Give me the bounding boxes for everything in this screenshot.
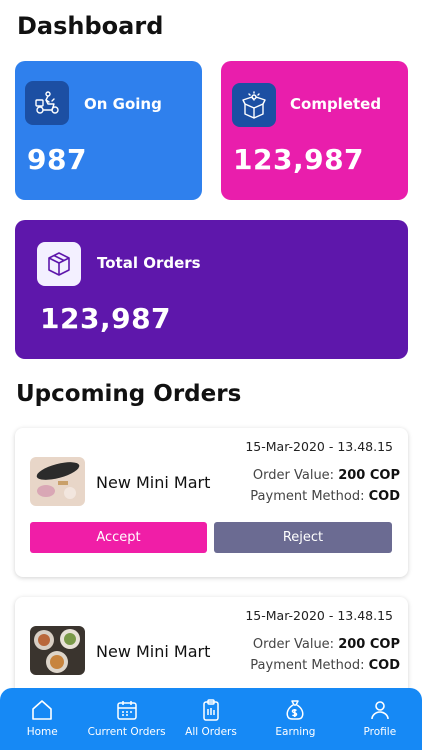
nav-home-label: Home <box>26 726 58 738</box>
open-box-icon <box>232 83 276 127</box>
payment-method: Payment Method: COD <box>250 489 400 504</box>
completed-card[interactable]: Completed 123,987 <box>221 61 408 200</box>
total-orders-card[interactable]: Total Orders 123,987 <box>15 220 408 359</box>
nav-home[interactable]: Home <box>0 688 84 750</box>
order-value: Order Value: 200 COP <box>252 637 400 652</box>
nav-profile[interactable]: Profile <box>338 688 422 750</box>
store-image <box>30 626 85 675</box>
box-icon <box>37 242 81 286</box>
ongoing-value: 987 <box>27 143 87 176</box>
nav-earning-label: Earning <box>275 726 316 738</box>
calendar-icon <box>116 701 137 720</box>
money-bag-icon <box>286 700 304 720</box>
accept-button[interactable]: Accept <box>30 522 207 553</box>
nav-profile-label: Profile <box>363 726 397 738</box>
nav-all-orders-label: All Orders <box>185 726 237 738</box>
home-icon <box>32 700 53 720</box>
bottom-nav: Home Current Orders All Orders Earning P… <box>0 688 422 750</box>
order-value: Order Value: 200 COP <box>252 468 400 483</box>
reject-button[interactable]: Reject <box>214 522 392 553</box>
total-orders-value: 123,987 <box>40 302 172 335</box>
completed-value: 123,987 <box>233 143 365 176</box>
upcoming-orders-title: Upcoming Orders <box>16 381 242 407</box>
nav-all-orders[interactable]: All Orders <box>169 688 253 750</box>
page-title: Dashboard <box>17 12 164 40</box>
clipboard-icon <box>203 699 219 721</box>
store-name: New Mini Mart <box>96 473 211 492</box>
total-orders-label: Total Orders <box>97 254 201 272</box>
nav-current-orders-label: Current Orders <box>87 726 166 738</box>
ongoing-card[interactable]: On Going 987 <box>15 61 202 200</box>
payment-method: Payment Method: COD <box>250 658 400 673</box>
completed-label: Completed <box>290 95 382 113</box>
ongoing-label: On Going <box>84 95 162 113</box>
nav-earning[interactable]: Earning <box>253 688 337 750</box>
order-date: 15-Mar-2020 - 13.48.15 <box>245 608 393 623</box>
order-date: 15-Mar-2020 - 13.48.15 <box>245 439 393 454</box>
order-card[interactable]: 15-Mar-2020 - 13.48.15 New Mini Mart Ord… <box>15 428 408 577</box>
scooter-delivery-icon <box>25 81 69 125</box>
user-icon <box>371 701 389 720</box>
store-image <box>30 457 85 506</box>
store-name: New Mini Mart <box>96 642 211 661</box>
nav-current-orders[interactable]: Current Orders <box>84 688 168 750</box>
